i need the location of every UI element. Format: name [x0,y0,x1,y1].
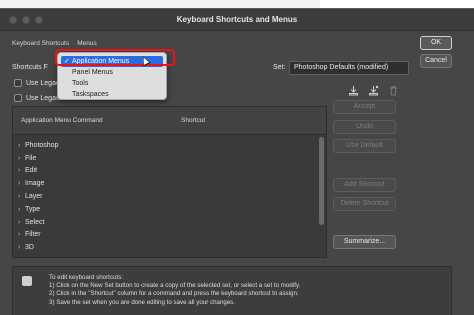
table-row-label: Layer [25,193,43,201]
table-row[interactable]: › 3D [13,241,318,254]
column-header-command[interactable]: Application Menu Command [21,117,103,124]
table-row-label: Image [25,180,45,188]
info-text: To edit keyboard shortcuts: 1) Click on … [49,274,300,307]
save-set-as-icon[interactable] [368,85,379,96]
chevron-right-icon[interactable]: › [18,206,25,213]
selection-highlight-box [55,49,175,66]
table-row-label: Type [25,205,41,213]
info-line-3: 2) Click in the "Shortcut" column for a … [49,290,299,298]
dialog-title: Keyboard Shortcuts and Menus [176,15,298,24]
chevron-right-icon[interactable]: › [18,167,25,174]
info-panel: To edit keyboard shortcuts: 1) Click on … [12,266,452,315]
breadcrumb: Keyboard Shortcuts · Menus [12,40,97,47]
chevron-right-icon[interactable]: › [18,193,25,200]
legacy-checkbox-1-label: Use Legac [26,79,60,87]
chevron-right-icon[interactable]: › [18,244,25,251]
chevron-right-icon[interactable]: › [18,155,25,162]
legacy-checkbox-row-1[interactable]: Use Legac [14,79,59,87]
info-line-2: 1) Click on the New Set button to create… [49,282,301,290]
legacy-checkbox-row-2[interactable]: Use Legac [14,94,59,102]
add-shortcut-button[interactable]: Add Shortcut [333,178,396,192]
title-bar: Keyboard Shortcuts and Menus [0,9,474,31]
breadcrumb-separator: · [72,40,75,47]
tab-keyboard-shortcuts[interactable]: Keyboard Shortcuts [12,40,69,47]
info-line-4: 3) Save the set when you are done editin… [49,298,236,306]
table-row[interactable]: › Edit [13,165,318,178]
chevron-right-icon[interactable]: › [18,180,25,187]
table-row[interactable]: › Type [13,203,318,216]
tab-menus[interactable]: Menus [77,40,97,47]
table-row[interactable]: › Photoshop [13,139,318,152]
table-row-label: Filter [25,231,41,239]
shortcut-table: Application Menu Command Shortcut › Photo… [12,106,327,258]
dropdown-item-tools[interactable]: Tools [61,78,163,89]
legacy-checkbox-2[interactable] [14,94,22,102]
undo-button[interactable]: Undo [333,120,396,134]
table-row-label: Select [25,218,45,226]
save-set-icon[interactable] [348,85,359,96]
table-row[interactable]: › Image [13,177,318,190]
info-icon [22,276,32,286]
set-label: Set: [273,64,286,71]
table-row-label: Photoshop [25,141,59,149]
delete-set-icon[interactable] [388,85,399,96]
info-line-1: To edit keyboard shortcuts: [49,274,123,281]
table-header: Application Menu Command Shortcut [13,107,326,135]
dropdown-item-taskspaces[interactable]: Taskspaces [61,89,163,100]
table-row[interactable]: › File [13,152,318,165]
delete-shortcut-button[interactable]: Delete Shortcut [333,197,396,211]
table-row[interactable]: › Filter [13,229,318,242]
table-row[interactable]: › Select [13,216,318,229]
table-row-label: 3D [25,244,34,252]
table-row-label: File [25,154,37,162]
legacy-checkbox-2-label: Use Legac [26,94,60,102]
set-toolbar [348,85,399,96]
set-select[interactable]: Photoshop Defaults (modified) [289,61,409,75]
legacy-checkbox-1[interactable] [14,79,22,87]
table-row[interactable]: › Layer [13,190,318,203]
cancel-button[interactable]: Cancel [420,54,452,68]
use-default-button[interactable]: Use Default [333,139,396,153]
dropdown-item-panel-menus[interactable]: Panel Menus [61,67,163,78]
summarize-button[interactable]: Summarize... [333,235,396,249]
chevron-right-icon[interactable]: › [18,142,25,149]
table-row-label: Edit [25,167,38,175]
accept-button[interactable]: Accept [333,100,396,114]
chevron-right-icon[interactable]: › [18,219,25,226]
table-scrollbar[interactable] [319,137,324,225]
column-header-shortcut[interactable]: Shortcut [181,117,205,124]
shortcuts-for-label: Shortcuts F [12,64,48,71]
ok-button[interactable]: OK [420,36,452,50]
chevron-right-icon[interactable]: › [18,231,25,238]
table-rows: › Photoshop › File › Edit › Image › Layer › Type › Se… [13,139,318,254]
